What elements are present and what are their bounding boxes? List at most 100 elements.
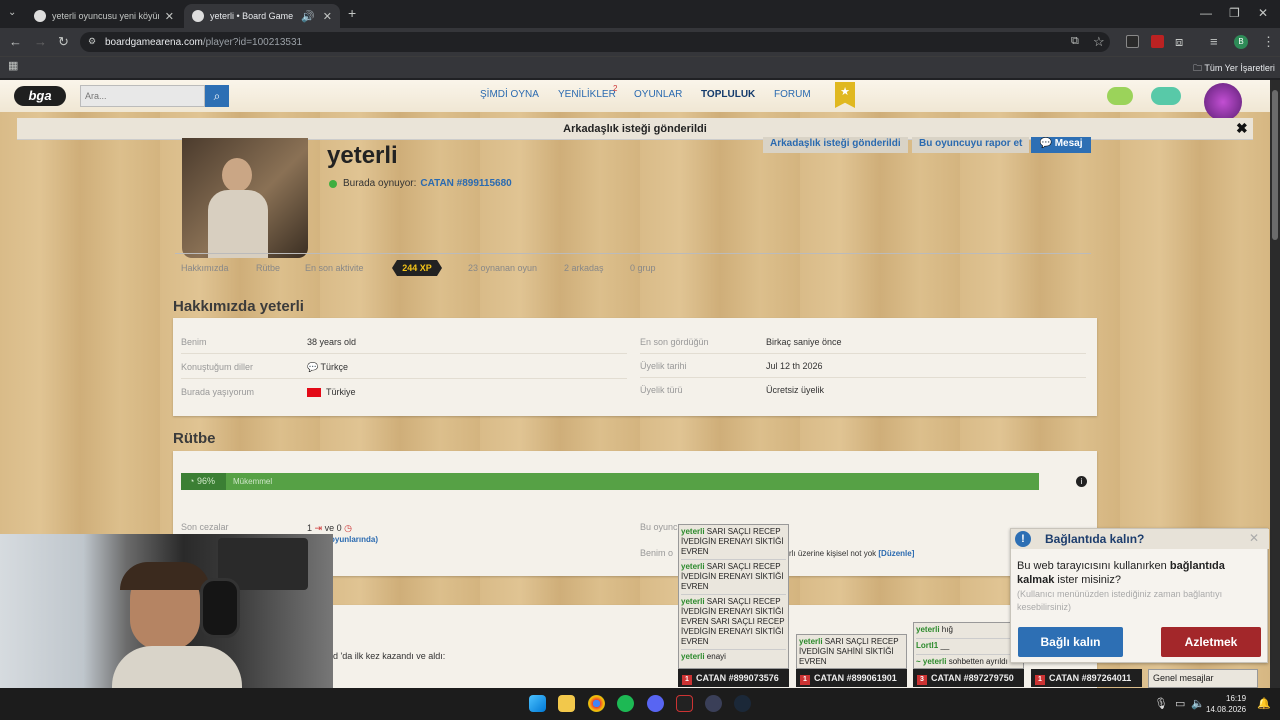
profile-avatar[interactable]: B — [1234, 35, 1248, 49]
chat-user[interactable]: yeterli — [799, 637, 823, 646]
discord-icon[interactable] — [647, 695, 664, 712]
close-window-icon[interactable]: ✕ — [1258, 6, 1268, 20]
reload-icon[interactable]: ↻ — [58, 34, 69, 50]
start-icon[interactable] — [529, 695, 546, 712]
network-icon[interactable]: ▭ — [1175, 697, 1185, 710]
system-clock[interactable]: 16:19 14.08.2026 — [1206, 693, 1246, 715]
forward-icon[interactable]: → — [34, 34, 47, 49]
search-icon[interactable]: ⌕ — [205, 85, 229, 107]
player-name: yeterli — [327, 142, 398, 169]
apps-grid-icon[interactable]: ▦ — [8, 59, 18, 72]
penalty-count: 1 — [307, 523, 313, 533]
chat-tab[interactable]: 1 CATAN #899061901 — [796, 669, 907, 687]
clock-icon: ◷ — [344, 523, 352, 533]
chat-message: yeterli enayi — [681, 650, 786, 662]
stay-connected-button[interactable]: Bağlı kalın — [1018, 627, 1123, 657]
note-text: rlı üzerine kişisel not yok [Düzenle] — [789, 549, 914, 558]
mic-icon[interactable]: 🎙 — [1154, 697, 1168, 710]
chat-user[interactable]: yeterli — [681, 562, 705, 571]
steam-icon[interactable] — [734, 695, 751, 712]
chat-text: hığ — [939, 625, 953, 634]
close-icon[interactable]: ✕ — [1249, 531, 1259, 545]
report-player-button[interactable]: Bu oyuncuyu rapor et — [912, 137, 1030, 153]
general-messages-tab[interactable]: Genel mesajlar — [1148, 669, 1258, 688]
current-game-link[interactable]: CATAN #899115680 — [420, 178, 511, 189]
user-avatar[interactable] — [1204, 83, 1242, 121]
chat-user[interactable]: ~ yeterli — [916, 657, 946, 666]
tab-recent-activity[interactable]: En son aktivite — [305, 263, 364, 273]
chat-user[interactable]: yeterli — [681, 652, 705, 661]
nav-forum[interactable]: FORUM — [774, 89, 811, 100]
minimize-icon[interactable]: — — [1200, 6, 1212, 20]
tab-list-icon[interactable]: ⌄ — [8, 7, 16, 18]
about-label: Benim — [181, 337, 207, 347]
won-text: d 'da ilk kez kazandı ve aldı: — [333, 651, 446, 661]
app-icon[interactable] — [705, 695, 722, 712]
tab-groups[interactable]: 0 grup — [630, 263, 656, 273]
rank-percent-text: 96% — [196, 476, 215, 486]
chat-tab[interactable]: 1 CATAN #897264011 — [1031, 669, 1142, 687]
trophy-icon[interactable] — [1107, 87, 1133, 105]
nav-play-now[interactable]: ŞİMDİ OYNA — [480, 89, 539, 100]
notification-bell-icon[interactable]: 🔔 — [1257, 697, 1271, 710]
install-icon[interactable]: ⧉ — [1071, 35, 1079, 48]
extension-icon[interactable] — [1151, 35, 1164, 48]
chat-message: ~ yeterli sohbetten ayrıldı — [916, 655, 1021, 667]
all-bookmarks[interactable]: 🗀 Tüm Yer İşaretleri — [1193, 61, 1275, 77]
search-input[interactable] — [80, 85, 205, 107]
new-tab-icon[interactable]: + — [348, 5, 356, 21]
scrollbar-thumb[interactable] — [1272, 90, 1278, 240]
extension-icon[interactable] — [1126, 35, 1139, 48]
media-icon[interactable]: ≡ — [1210, 34, 1218, 49]
chat-count: 1 — [1035, 675, 1045, 685]
bga-logo[interactable]: bga — [14, 86, 66, 106]
volume-icon[interactable]: 🔈 — [1191, 697, 1205, 710]
os-taskbar — [0, 688, 1280, 720]
close-tab-icon[interactable]: ✕ — [323, 10, 332, 23]
file-explorer-icon[interactable] — [558, 695, 575, 712]
maximize-icon[interactable]: ❐ — [1229, 6, 1240, 20]
tab-about[interactable]: Hakkımızda — [181, 263, 229, 273]
tab-active[interactable]: yeterli • Board Game Arena 🔊 ✕ — [184, 4, 340, 28]
tab-friends[interactable]: 2 arkadaş — [564, 263, 604, 273]
audio-icon[interactable]: 🔊 — [301, 10, 315, 23]
chat-user[interactable]: Lortl1 — [916, 641, 938, 650]
country-value: Türkiye — [326, 387, 356, 397]
message-button[interactable]: 💬 Mesaj — [1031, 137, 1091, 153]
tab-inactive[interactable]: yeterli oyuncusu yeni köyünü k ✕ — [26, 4, 182, 28]
chat-tab[interactable]: 3 CATAN #897279750 — [913, 669, 1024, 687]
dialog-hint: (Kullanıcı menünüzden istediğiniz zaman … — [1017, 589, 1223, 612]
spotify-icon[interactable] — [617, 695, 634, 712]
about-value: Jul 12 th 2026 — [766, 361, 823, 371]
penalties-value: 1 ⇥ ve 0 ◷ — [307, 523, 352, 534]
chat-tab[interactable]: 1 CATAN #899073576 — [678, 669, 789, 687]
nav-news[interactable]: YENİLİKLER — [558, 89, 616, 100]
address-bar[interactable]: ⚙ boardgamearena.com/player?id=100213531 — [80, 32, 1110, 52]
url-path: /player?id=100213531 — [202, 36, 303, 48]
bookmark-star-icon[interactable]: ☆ — [1093, 34, 1105, 50]
nav-community[interactable]: TOPLULUK — [701, 89, 755, 100]
tab-games-played[interactable]: 23 oynanan oyun — [468, 263, 537, 273]
avatar-figure-head — [222, 158, 252, 192]
back-icon[interactable]: ← — [9, 34, 22, 49]
edit-link[interactable]: [Düzenle] — [878, 549, 914, 558]
chat-message: yeterli SARI SAÇLI RECEP İVEDİGİN ERENAY… — [681, 595, 786, 650]
info-icon[interactable]: i — [1076, 476, 1087, 487]
nav-games[interactable]: OYUNLAR — [634, 89, 682, 100]
game-icon[interactable] — [1151, 87, 1181, 105]
chat-user[interactable]: yeterli — [681, 597, 705, 606]
chat-user[interactable]: yeterli — [916, 625, 940, 634]
close-tab-icon[interactable]: ✕ — [165, 10, 174, 23]
menu-icon[interactable]: ⋮ — [1262, 34, 1275, 50]
extensions-puzzle-icon[interactable]: ⧈ — [1175, 34, 1183, 50]
friend-request-button[interactable]: Arkadaşlık isteği gönderildi — [763, 137, 908, 153]
chrome-icon[interactable] — [588, 695, 605, 712]
disconnect-button[interactable]: Azletmek — [1161, 627, 1261, 657]
webcam-headset — [200, 578, 240, 638]
chat-user[interactable]: yeterli — [681, 527, 705, 536]
tab-rank[interactable]: Rütbe — [256, 263, 280, 273]
close-icon[interactable]: ✖ — [1236, 120, 1248, 137]
app-icon[interactable] — [676, 695, 693, 712]
site-info-icon[interactable]: ⚙ — [88, 36, 96, 47]
note-text-value: rlı üzerine kişisel not yok — [789, 549, 877, 558]
